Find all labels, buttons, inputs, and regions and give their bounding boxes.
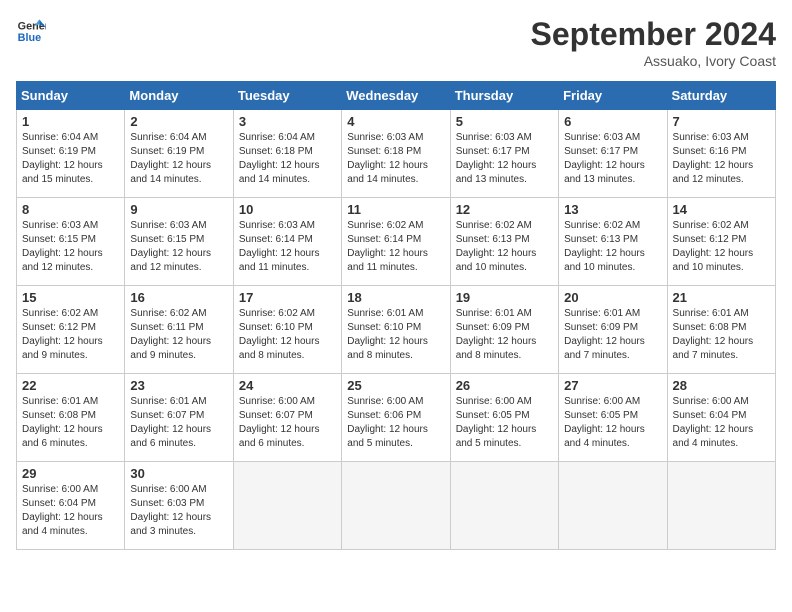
table-row: 26Sunrise: 6:00 AMSunset: 6:05 PMDayligh…	[450, 374, 558, 462]
table-row	[233, 462, 341, 550]
table-row: 14Sunrise: 6:02 AMSunset: 6:12 PMDayligh…	[667, 198, 775, 286]
page-header: General Blue September 2024 Assuako, Ivo…	[16, 16, 776, 69]
col-sunday: Sunday	[17, 82, 125, 110]
col-friday: Friday	[559, 82, 667, 110]
table-row: 1Sunrise: 6:04 AMSunset: 6:19 PMDaylight…	[17, 110, 125, 198]
col-wednesday: Wednesday	[342, 82, 450, 110]
table-row: 6Sunrise: 6:03 AMSunset: 6:17 PMDaylight…	[559, 110, 667, 198]
calendar-table: Sunday Monday Tuesday Wednesday Thursday…	[16, 81, 776, 550]
logo: General Blue	[16, 16, 46, 46]
table-row: 10Sunrise: 6:03 AMSunset: 6:14 PMDayligh…	[233, 198, 341, 286]
col-tuesday: Tuesday	[233, 82, 341, 110]
table-row: 25Sunrise: 6:00 AMSunset: 6:06 PMDayligh…	[342, 374, 450, 462]
table-row: 29Sunrise: 6:00 AMSunset: 6:04 PMDayligh…	[17, 462, 125, 550]
table-row: 18Sunrise: 6:01 AMSunset: 6:10 PMDayligh…	[342, 286, 450, 374]
table-row: 12Sunrise: 6:02 AMSunset: 6:13 PMDayligh…	[450, 198, 558, 286]
svg-text:Blue: Blue	[18, 32, 41, 44]
table-row: 23Sunrise: 6:01 AMSunset: 6:07 PMDayligh…	[125, 374, 233, 462]
table-row: 30Sunrise: 6:00 AMSunset: 6:03 PMDayligh…	[125, 462, 233, 550]
table-row: 21Sunrise: 6:01 AMSunset: 6:08 PMDayligh…	[667, 286, 775, 374]
table-row: 20Sunrise: 6:01 AMSunset: 6:09 PMDayligh…	[559, 286, 667, 374]
table-row: 7Sunrise: 6:03 AMSunset: 6:16 PMDaylight…	[667, 110, 775, 198]
table-row: 3Sunrise: 6:04 AMSunset: 6:18 PMDaylight…	[233, 110, 341, 198]
table-row: 13Sunrise: 6:02 AMSunset: 6:13 PMDayligh…	[559, 198, 667, 286]
table-row: 24Sunrise: 6:00 AMSunset: 6:07 PMDayligh…	[233, 374, 341, 462]
table-row: 2Sunrise: 6:04 AMSunset: 6:19 PMDaylight…	[125, 110, 233, 198]
table-row	[342, 462, 450, 550]
location: Assuako, Ivory Coast	[531, 53, 776, 69]
table-row	[559, 462, 667, 550]
table-row: 4Sunrise: 6:03 AMSunset: 6:18 PMDaylight…	[342, 110, 450, 198]
title-block: September 2024 Assuako, Ivory Coast	[531, 16, 776, 69]
table-row: 19Sunrise: 6:01 AMSunset: 6:09 PMDayligh…	[450, 286, 558, 374]
table-row: 15Sunrise: 6:02 AMSunset: 6:12 PMDayligh…	[17, 286, 125, 374]
month-title: September 2024	[531, 16, 776, 53]
table-row: 22Sunrise: 6:01 AMSunset: 6:08 PMDayligh…	[17, 374, 125, 462]
table-row: 9Sunrise: 6:03 AMSunset: 6:15 PMDaylight…	[125, 198, 233, 286]
table-row: 17Sunrise: 6:02 AMSunset: 6:10 PMDayligh…	[233, 286, 341, 374]
table-row: 5Sunrise: 6:03 AMSunset: 6:17 PMDaylight…	[450, 110, 558, 198]
logo-icon: General Blue	[16, 16, 46, 46]
table-row: 8Sunrise: 6:03 AMSunset: 6:15 PMDaylight…	[17, 198, 125, 286]
col-thursday: Thursday	[450, 82, 558, 110]
svg-text:General: General	[18, 20, 46, 32]
table-row: 28Sunrise: 6:00 AMSunset: 6:04 PMDayligh…	[667, 374, 775, 462]
table-row: 16Sunrise: 6:02 AMSunset: 6:11 PMDayligh…	[125, 286, 233, 374]
table-row: 27Sunrise: 6:00 AMSunset: 6:05 PMDayligh…	[559, 374, 667, 462]
table-row: 11Sunrise: 6:02 AMSunset: 6:14 PMDayligh…	[342, 198, 450, 286]
col-monday: Monday	[125, 82, 233, 110]
table-row	[667, 462, 775, 550]
header-row: Sunday Monday Tuesday Wednesday Thursday…	[17, 82, 776, 110]
col-saturday: Saturday	[667, 82, 775, 110]
table-row	[450, 462, 558, 550]
